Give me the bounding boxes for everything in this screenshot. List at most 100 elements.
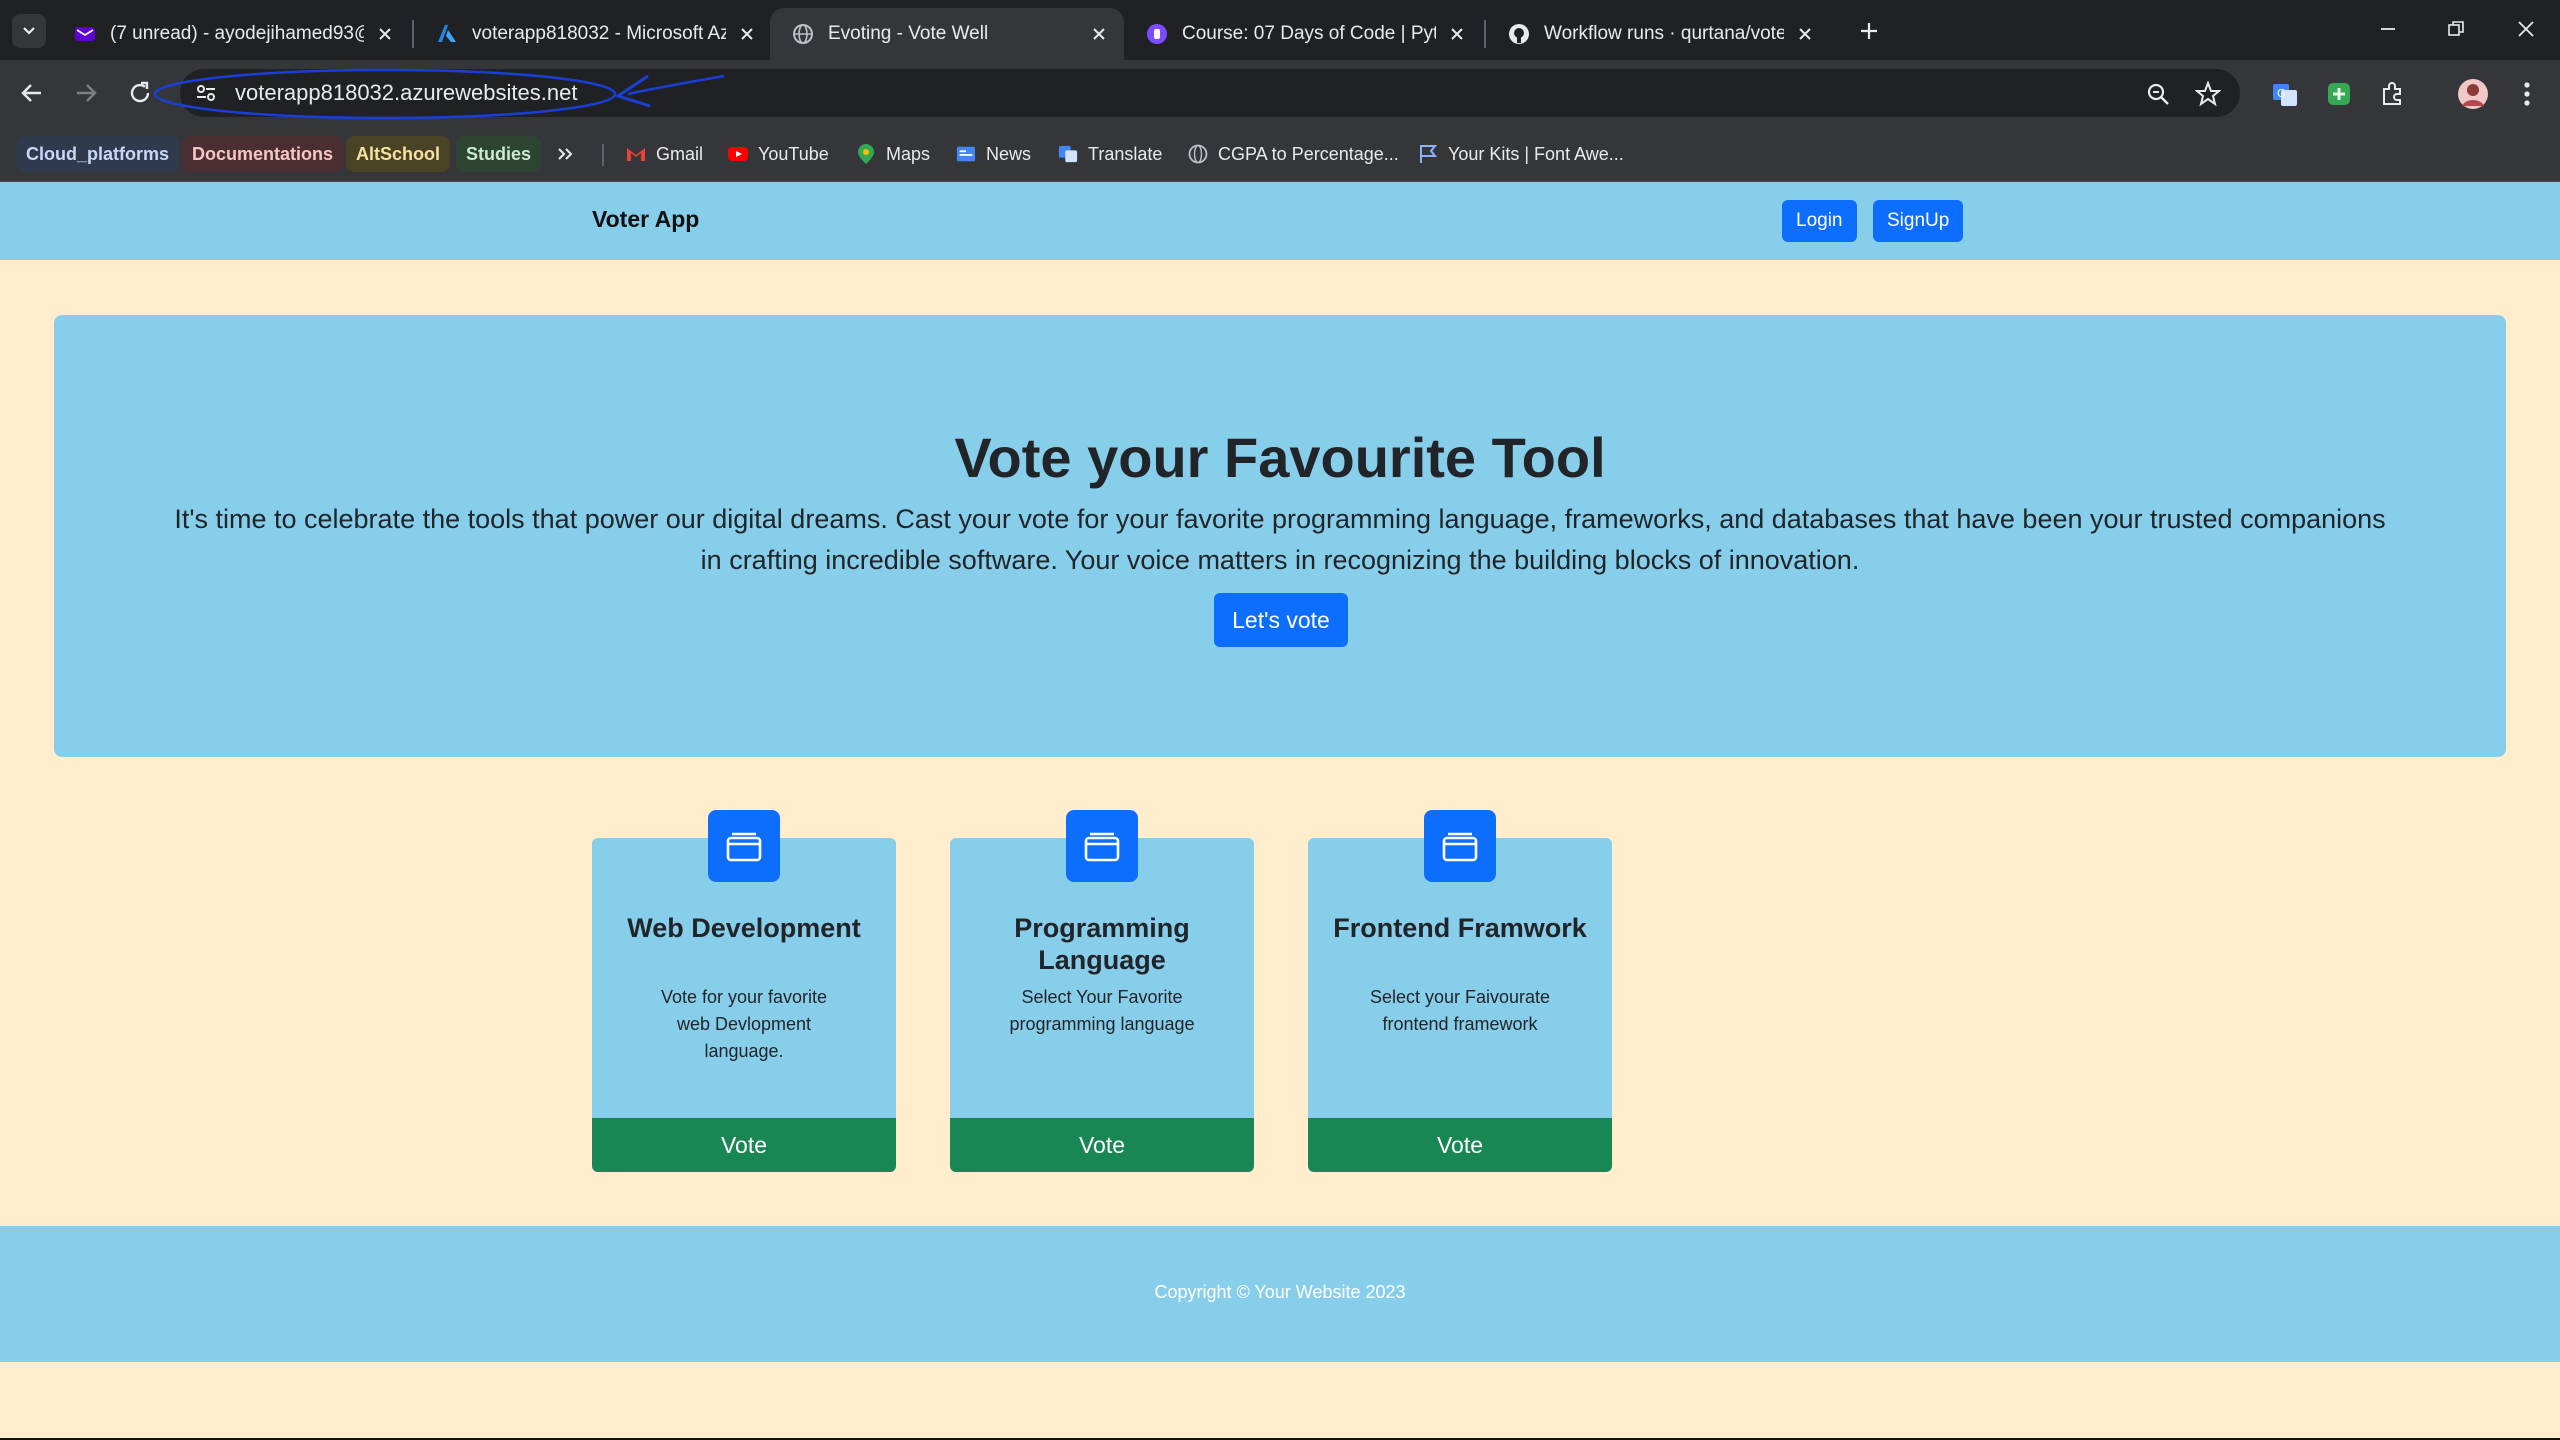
card-title: Frontend Framwork bbox=[1333, 913, 1587, 943]
tab-course[interactable]: Course: 07 Days of Code | Pytho bbox=[1124, 8, 1482, 60]
bookmark-font-awesome[interactable]: Your Kits | Font Awe... bbox=[1418, 136, 1624, 172]
browser-toolbar: voterapp818032.azurewebsites.net G bbox=[0, 60, 2560, 126]
reload-button[interactable] bbox=[122, 75, 158, 111]
bookmark-folder-altschool[interactable]: AltSchool bbox=[346, 136, 450, 172]
extensions-puzzle-icon[interactable] bbox=[2376, 77, 2410, 111]
bookmark-maps[interactable]: Maps bbox=[856, 136, 930, 172]
tab-title: (7 unread) - ayodejihamed93@ bbox=[110, 23, 364, 44]
close-icon bbox=[2518, 21, 2534, 37]
tab-title: Workflow runs · qurtana/votera bbox=[1544, 23, 1784, 44]
new-tab-button[interactable] bbox=[1852, 14, 1886, 48]
bookmark-label: AltSchool bbox=[356, 143, 440, 164]
forward-button[interactable] bbox=[68, 75, 104, 111]
menu-button[interactable] bbox=[2510, 77, 2544, 111]
hero-description: It's time to celebrate the tools that po… bbox=[174, 504, 2386, 575]
ballot-box-icon bbox=[1424, 810, 1496, 882]
chevron-down-icon bbox=[23, 27, 35, 35]
bookmark-folder-cloud-platforms[interactable]: Cloud_platforms bbox=[16, 136, 180, 172]
gmail-icon bbox=[626, 144, 646, 164]
azure-icon bbox=[436, 23, 458, 45]
card-frontend-framework: Frontend Framwork Select your Faivourate… bbox=[1308, 810, 1612, 1172]
bookmark-label: Gmail bbox=[656, 143, 704, 164]
profile-avatar[interactable] bbox=[2456, 77, 2490, 111]
ballot-box-icon bbox=[1066, 810, 1138, 882]
close-icon[interactable] bbox=[1446, 23, 1468, 45]
bookmark-news[interactable]: News bbox=[956, 136, 1031, 172]
page-viewport: Voter App Login SignUp Vote your Favouri… bbox=[0, 182, 2560, 1440]
site-info-icon[interactable] bbox=[194, 81, 218, 105]
signup-button[interactable]: SignUp bbox=[1873, 200, 1964, 242]
vote-button[interactable]: Vote bbox=[1308, 1118, 1612, 1172]
more-bookmarks-button[interactable] bbox=[556, 136, 574, 172]
url-text[interactable]: voterapp818032.azurewebsites.net bbox=[235, 80, 577, 106]
double-chevron-right-icon bbox=[558, 148, 573, 160]
bookmark-youtube[interactable]: YouTube bbox=[728, 136, 829, 172]
maps-pin-icon bbox=[856, 144, 876, 164]
translate-extension-icon[interactable]: G bbox=[2268, 77, 2302, 111]
vote-button[interactable]: Vote bbox=[592, 1118, 896, 1172]
bookmark-folder-studies[interactable]: Studies bbox=[456, 136, 542, 172]
restore-icon bbox=[2448, 21, 2464, 36]
minimize-button[interactable] bbox=[2368, 12, 2408, 46]
vote-button[interactable]: Vote bbox=[950, 1118, 1254, 1172]
card-programming-language: Programming Language Select Your Favorit… bbox=[950, 810, 1254, 1172]
close-icon[interactable] bbox=[1794, 23, 1816, 45]
app-brand[interactable]: Voter App bbox=[592, 206, 699, 233]
translate-icon bbox=[1058, 144, 1078, 164]
restore-button[interactable] bbox=[2436, 12, 2476, 46]
login-button[interactable]: Login bbox=[1782, 200, 1857, 242]
hero-title: Vote your Favourite Tool bbox=[954, 426, 1606, 489]
zoom-icon[interactable] bbox=[2145, 81, 2171, 107]
hero-section: Vote your Favourite Tool It's time to ce… bbox=[54, 315, 2506, 757]
tab-title: Course: 07 Days of Code | Pytho bbox=[1182, 23, 1436, 44]
bookmark-translate[interactable]: Translate bbox=[1058, 136, 1162, 172]
course-icon bbox=[1146, 23, 1168, 45]
news-icon bbox=[956, 144, 976, 164]
close-icon[interactable] bbox=[1088, 23, 1110, 45]
green-extension-icon[interactable] bbox=[2322, 77, 2356, 111]
arrow-right-icon bbox=[77, 84, 97, 102]
close-icon[interactable] bbox=[736, 23, 758, 45]
bookmark-label: Studies bbox=[466, 143, 532, 164]
minimize-icon bbox=[2381, 28, 2395, 30]
arrow-left-icon bbox=[21, 84, 41, 102]
close-icon[interactable] bbox=[374, 23, 396, 45]
ballot-box-icon bbox=[708, 810, 780, 882]
bookmark-label: CGPA to Percentage... bbox=[1218, 143, 1399, 164]
bookmark-label: Translate bbox=[1088, 143, 1163, 164]
card-description: Select your Faivourate frontend framewor… bbox=[1369, 987, 1551, 1034]
tab-yahoo-mail[interactable]: (7 unread) - ayodejihamed93@ bbox=[52, 8, 410, 60]
lets-vote-button[interactable]: Let's vote bbox=[1214, 593, 1348, 647]
window-close-button[interactable] bbox=[2506, 12, 2546, 46]
tab-search-button[interactable] bbox=[12, 14, 46, 48]
github-icon bbox=[1508, 23, 1530, 45]
bookmarks-bar: Cloud_platforms Documentations AltSchool… bbox=[0, 126, 2560, 182]
bookmark-folder-documentations[interactable]: Documentations bbox=[182, 136, 344, 172]
app-navbar: Voter App Login SignUp bbox=[0, 182, 2560, 260]
address-bar[interactable]: voterapp818032.azurewebsites.net bbox=[180, 69, 2240, 117]
tab-azure-portal[interactable]: voterapp818032 - Microsoft Az bbox=[414, 8, 772, 60]
bookmark-cgpa[interactable]: CGPA to Percentage... bbox=[1188, 136, 1399, 172]
card-title: Programming Language bbox=[1014, 913, 1190, 975]
tab-title: Evoting - Vote Well bbox=[828, 23, 989, 44]
globe-icon bbox=[792, 23, 814, 45]
bookmark-label: Your Kits | Font Awe... bbox=[1448, 143, 1624, 164]
tab-evoting-active[interactable]: Evoting - Vote Well bbox=[770, 8, 1124, 60]
card-description: Select Your Favorite programming languag… bbox=[1009, 987, 1195, 1034]
card-description: Vote for your favorite web Devlopment la… bbox=[660, 987, 828, 1061]
svg-text:G: G bbox=[2277, 87, 2286, 100]
bookmark-label: News bbox=[986, 143, 1032, 164]
star-bookmark-icon[interactable] bbox=[2195, 81, 2221, 107]
tab-strip: (7 unread) - ayodejihamed93@ voterapp818… bbox=[0, 0, 2560, 60]
globe-icon bbox=[1188, 144, 1208, 164]
card-title: Web Development bbox=[627, 913, 861, 943]
copyright-text: Copyright © Your Website 2023 bbox=[1154, 1282, 1406, 1302]
card-web-development: Web Development Vote for your favorite w… bbox=[592, 810, 896, 1172]
flag-icon bbox=[1418, 144, 1438, 164]
page-footer: Copyright © Your Website 2023 bbox=[0, 1226, 2560, 1362]
kebab-menu-icon bbox=[2524, 82, 2530, 106]
bookmark-gmail[interactable]: Gmail bbox=[626, 136, 703, 172]
back-button[interactable] bbox=[14, 75, 50, 111]
tab-github-workflows[interactable]: Workflow runs · qurtana/votera bbox=[1486, 8, 1830, 60]
bookmark-label: Maps bbox=[886, 143, 931, 164]
